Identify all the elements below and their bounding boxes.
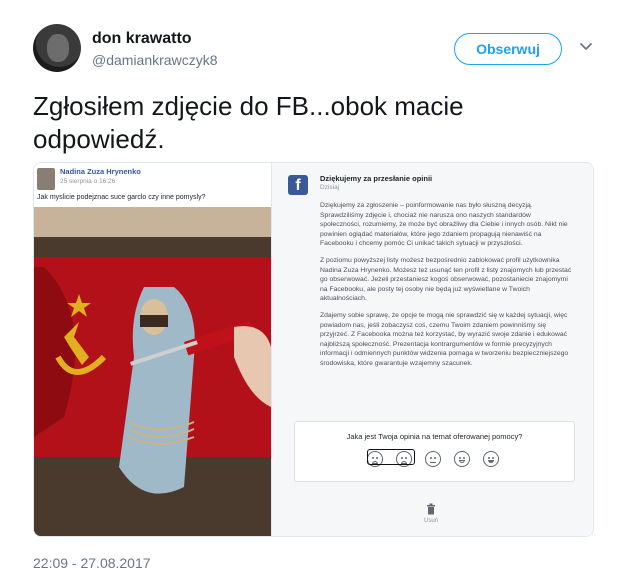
tweet-timestamp[interactable]: 22:09 - 27.08.2017	[33, 555, 151, 571]
user-name[interactable]: don krawatto	[92, 30, 192, 48]
fb-panel-body: Dziękujemy za zgłoszenie – poinformowani…	[320, 201, 572, 376]
fb-panel-paragraph-3: Zdajemy sobie sprawę, że opcje te mogą n…	[320, 311, 569, 367]
fb-post-author: Nadina Zuza Hrynenko	[60, 167, 141, 176]
neutral-face-icon	[425, 451, 441, 467]
very-happy-face-icon	[483, 451, 499, 467]
facebook-icon: f	[288, 175, 308, 195]
tweet-text-line-2: odpowiedź.	[33, 124, 165, 154]
avatar[interactable]	[33, 24, 81, 72]
fb-feedback-panel: f Dziękujemy za przesłanie opinii Dzisia…	[272, 163, 593, 536]
fb-post-text: Jak myslicie podejznac suce garclo czy i…	[37, 194, 206, 201]
fb-panel-paragraph-1: Dziękujemy za zgłoszenie – poinformowani…	[320, 202, 568, 248]
happy-face-icon	[454, 451, 470, 467]
chevron-down-icon[interactable]	[578, 38, 594, 54]
delete-label: Usuń	[424, 518, 439, 524]
tweet-text-line-1: Zgłosiłem zdjęcie do FB...obok macie	[33, 91, 464, 121]
fb-post-avatar	[37, 168, 55, 190]
user-handle[interactable]: @damiankrawczyk8	[92, 52, 217, 68]
tweet-media-image[interactable]: Nadina Zuza Hrynenko 25 sierpnia o 16:26…	[33, 162, 594, 537]
fb-panel-date: Dzisiaj	[320, 184, 340, 191]
fb-post-photo	[34, 207, 271, 536]
fb-post-date: 25 sierpnia o 16:26	[60, 178, 116, 185]
tweet-text: Zgłosiłem zdjęcie do FB...obok macie odp…	[33, 90, 593, 156]
statue-photo-illustration	[34, 207, 271, 536]
fb-panel-paragraph-2: Z poziomu powyższej listy możesz bezpośr…	[320, 256, 572, 303]
fb-panel-title: Dziękujemy za przesłanie opinii	[320, 174, 433, 183]
fb-post: Nadina Zuza Hrynenko 25 sierpnia o 16:26…	[34, 163, 272, 536]
trash-icon	[427, 503, 435, 515]
fb-rating-question: Jaka jest Twoja opinia na temat oferowan…	[346, 432, 523, 441]
fb-rating-box: Jaka jest Twoja opinia na temat oferowan…	[294, 421, 575, 482]
marker-highlight	[367, 449, 415, 465]
tweet-header: don krawatto @damiankrawczyk8 Obserwuj	[33, 24, 603, 74]
follow-button[interactable]: Obserwuj	[454, 33, 562, 65]
